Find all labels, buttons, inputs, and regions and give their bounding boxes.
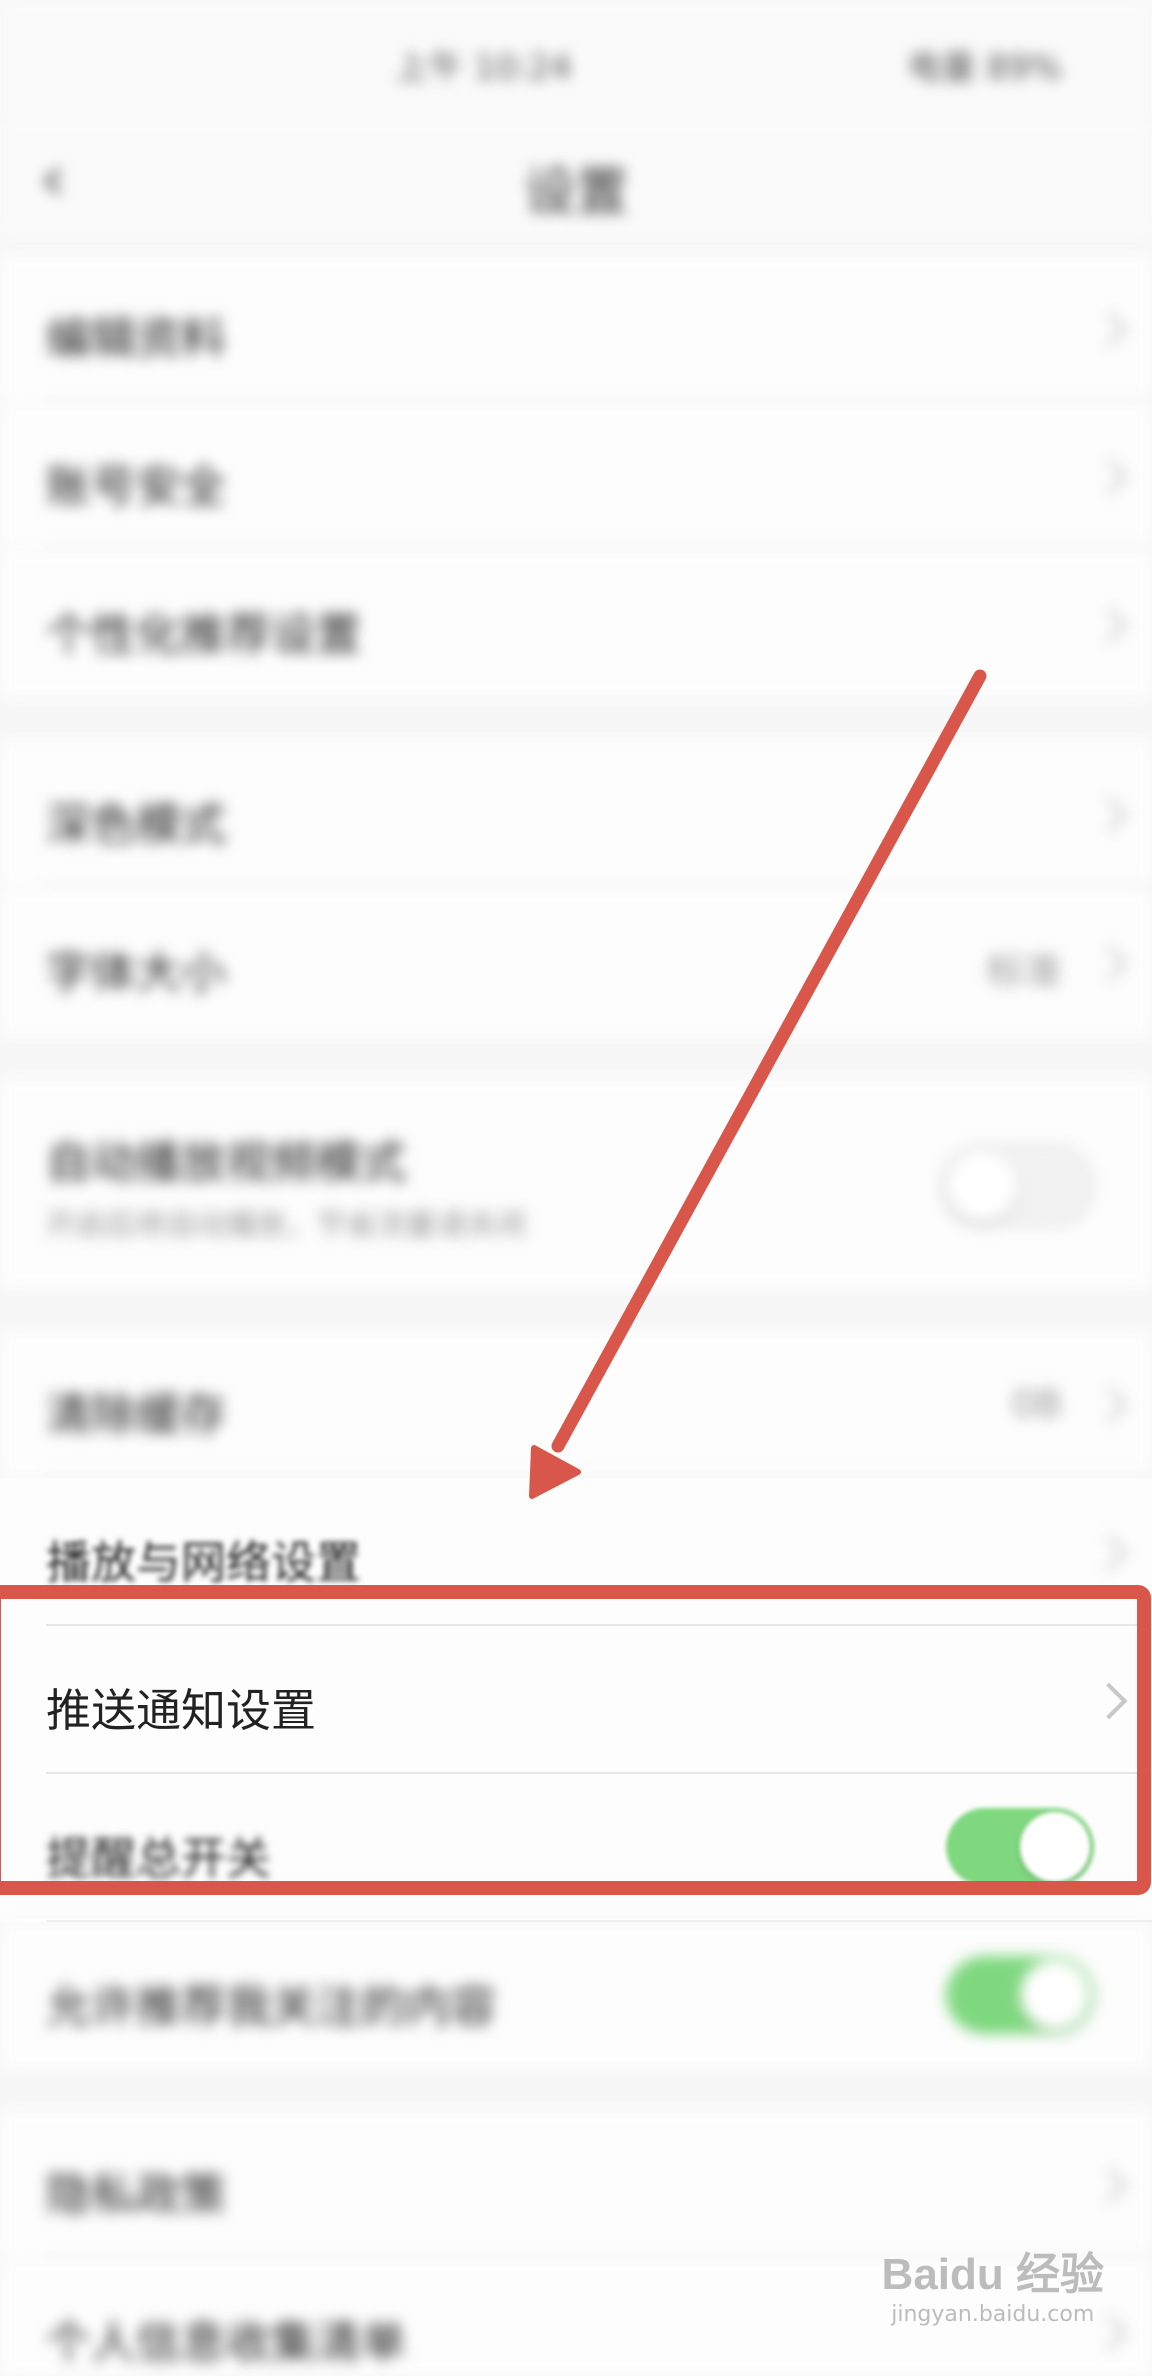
annotation-overlay <box>0 669 1151 1895</box>
watermark: Baidu 经验 jingyan.baidu.com <box>882 2238 1104 2327</box>
arrow-head <box>529 1445 581 1499</box>
watermark-url: jingyan.baidu.com <box>891 2302 1095 2327</box>
highlight-box <box>0 1585 1151 1895</box>
watermark-brand: Baidu 经验 <box>881 2250 1104 2299</box>
arrow-shaft <box>551 669 987 1453</box>
